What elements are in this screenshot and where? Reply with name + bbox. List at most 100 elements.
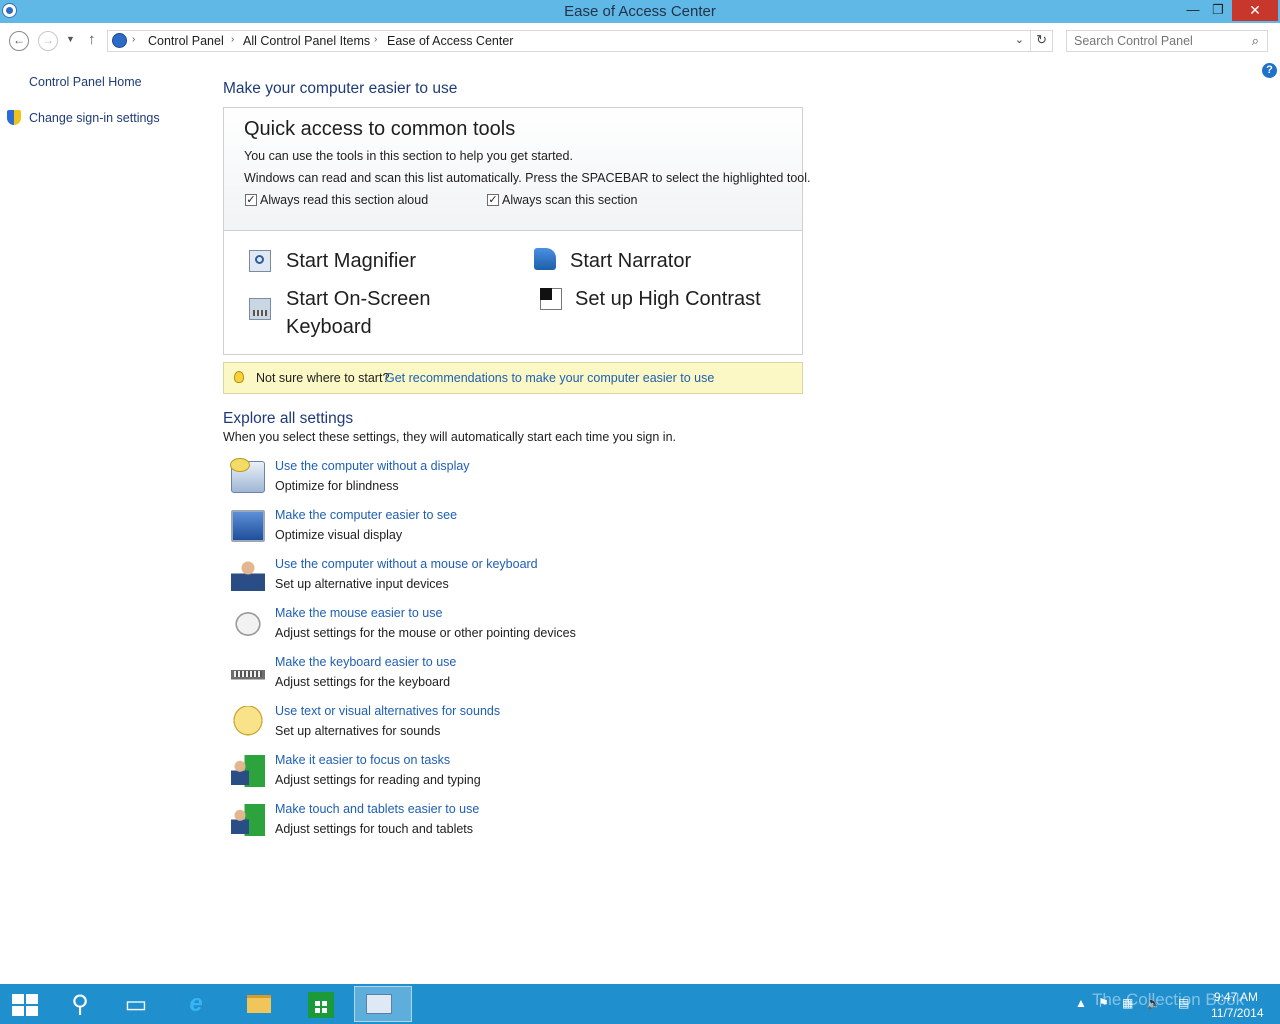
quick-access-scan-description: Windows can read and scan this list auto… (244, 171, 811, 185)
address-bar[interactable]: › Control Panel › All Control Panel Item… (107, 30, 1053, 52)
breadcrumb-separator[interactable]: › (374, 34, 377, 45)
taskbar-search-button[interactable]: ⚲ (56, 986, 104, 1022)
network-icon[interactable]: ▦ (1122, 996, 1133, 1010)
title-bar: Ease of Access Center — ❐ ✕ (0, 0, 1280, 23)
folder-icon (247, 995, 271, 1013)
read-aloud-label[interactable]: Always read this section aloud (260, 193, 428, 207)
taskbar-store[interactable] (296, 986, 344, 1022)
address-dropdown-icon[interactable]: ⌄ (1015, 33, 1024, 46)
setting-link[interactable]: Make the mouse easier to use (275, 606, 442, 620)
quick-access-panel: Quick access to common tools You can use… (223, 107, 811, 355)
store-icon (308, 992, 334, 1018)
setting-link[interactable]: Use text or visual alternatives for soun… (275, 704, 500, 718)
volume-icon[interactable]: 🔈 (1146, 996, 1161, 1010)
change-sign-in-settings-link[interactable]: Change sign-in settings (29, 111, 160, 125)
action-center-flag-icon[interactable]: ⚑ (1098, 996, 1109, 1010)
lightbulb-icon (234, 371, 244, 383)
taskbar-internet-explorer[interactable]: e (172, 986, 220, 1022)
high-contrast-icon[interactable] (540, 288, 562, 310)
quick-access-header: Quick access to common tools You can use… (224, 108, 811, 231)
setting-sound-alternatives[interactable]: Use text or visual alternatives for soun… (231, 704, 791, 750)
taskbar: ⚲ ▭ e The Collection Book ▲ ⚑ ▦ 🔈 ▤ 9:47… (0, 984, 1280, 1024)
recommendation-bar: Not sure where to start? Get recommendat… (223, 362, 803, 394)
address-divider (1030, 31, 1031, 51)
uac-shield-icon (7, 110, 21, 125)
setting-link[interactable]: Make the computer easier to see (275, 508, 457, 522)
quick-access-title: Quick access to common tools (244, 118, 516, 140)
setting-link[interactable]: Make touch and tablets easier to use (275, 802, 479, 816)
start-narrator-link[interactable]: Start Narrator (570, 247, 691, 275)
minimize-button[interactable]: — (1180, 0, 1206, 21)
setting-description: Adjust settings for reading and typing (275, 773, 481, 787)
breadcrumb-all-items[interactable]: All Control Panel Items (243, 34, 370, 48)
breadcrumb-separator[interactable]: › (132, 34, 135, 45)
person-task-icon (231, 755, 265, 787)
setting-description: Adjust settings for the mouse or other p… (275, 626, 576, 640)
get-recommendations-link[interactable]: Get recommendations to make your compute… (385, 371, 714, 385)
read-aloud-checkbox[interactable]: ✓ (245, 194, 257, 206)
set-up-high-contrast-link[interactable]: Set up High Contrast (575, 285, 761, 313)
setting-without-display[interactable]: Use the computer without a display Optim… (230, 458, 791, 505)
back-button[interactable]: ← (9, 31, 29, 51)
person-icon (231, 559, 265, 591)
recent-locations-chevron-icon[interactable]: ▼ (66, 34, 75, 44)
input-keyboard-icon[interactable]: ▤ (1178, 996, 1189, 1010)
setting-focus-on-tasks[interactable]: Make it easier to focus on tasks Adjust … (231, 753, 791, 799)
page-heading: Make your computer easier to use (223, 80, 458, 97)
taskbar-file-explorer[interactable] (234, 986, 282, 1022)
search-input[interactable] (1067, 31, 1244, 51)
show-hidden-icons-arrow-icon[interactable]: ▲ (1075, 996, 1087, 1010)
setting-description: Optimize for blindness (275, 479, 399, 493)
window-title: Ease of Access Center (564, 3, 716, 20)
not-sure-text: Not sure where to start? (256, 371, 390, 385)
scan-section-label[interactable]: Always scan this section (502, 193, 637, 207)
clock-time[interactable]: 9:47 AM (1214, 990, 1258, 1004)
search-icon[interactable]: ⌕ (1252, 33, 1259, 49)
setting-easier-to-see[interactable]: Make the computer easier to see Optimize… (231, 508, 791, 554)
explore-all-settings-heading: Explore all settings (223, 410, 354, 427)
windows-logo-icon (12, 994, 38, 1016)
setting-link[interactable]: Make it easier to focus on tasks (275, 753, 450, 767)
setting-touch-tablets[interactable]: Make touch and tablets easier to use Adj… (231, 802, 791, 848)
taskbar-control-panel[interactable] (354, 986, 412, 1022)
setting-keyboard[interactable]: Make the keyboard easier to use Adjust s… (231, 655, 791, 701)
speech-bubble-icon (231, 706, 265, 738)
magnifier-icon[interactable] (249, 250, 271, 272)
refresh-icon[interactable]: ↻ (1036, 32, 1047, 48)
setting-description: Set up alternative input devices (275, 577, 449, 591)
restore-button[interactable]: ❐ (1205, 0, 1231, 21)
setting-without-mouse-keyboard[interactable]: Use the computer without a mouse or keyb… (231, 557, 791, 603)
keyboard-icon (231, 657, 265, 689)
setting-link[interactable]: Use the computer without a display (275, 459, 470, 473)
up-level-button[interactable]: ↑ (88, 31, 96, 48)
forward-button[interactable]: → (38, 31, 58, 51)
setting-description: Adjust settings for touch and tablets (275, 822, 474, 836)
task-view-icon: ▭ (124, 991, 148, 1018)
setting-mouse[interactable]: Make the mouse easier to use Adjust sett… (231, 606, 791, 652)
start-on-screen-keyboard-link-line1[interactable]: Start On-Screen (286, 285, 431, 313)
on-screen-keyboard-icon[interactable] (249, 298, 271, 320)
search-box[interactable]: ⌕ (1066, 30, 1268, 52)
close-button[interactable]: ✕ (1232, 0, 1278, 21)
start-on-screen-keyboard-link-line2[interactable]: Keyboard (286, 313, 372, 341)
control-panel-home-link[interactable]: Control Panel Home (29, 75, 142, 89)
scan-section-checkbox[interactable]: ✓ (487, 194, 499, 206)
setting-description: Adjust settings for the keyboard (275, 675, 451, 689)
explore-all-settings-description: When you select these settings, they wil… (223, 430, 676, 444)
clock-date[interactable]: 11/7/2014 (1211, 1006, 1264, 1020)
monitor-speech-icon (230, 458, 265, 493)
help-icon[interactable]: ? (1262, 63, 1277, 78)
breadcrumb-control-panel[interactable]: Control Panel (148, 34, 224, 48)
taskbar-task-view-button[interactable]: ▭ (112, 986, 160, 1022)
setting-link[interactable]: Use the computer without a mouse or keyb… (275, 557, 538, 571)
breadcrumb-ease-of-access[interactable]: Ease of Access Center (387, 34, 513, 48)
breadcrumb-separator[interactable]: › (231, 34, 234, 45)
control-panel-icon (366, 994, 392, 1014)
start-magnifier-link[interactable]: Start Magnifier (286, 247, 416, 275)
start-button[interactable] (0, 986, 48, 1022)
internet-explorer-icon: e (189, 990, 203, 1017)
narrator-icon[interactable] (534, 248, 556, 270)
setting-description: Set up alternatives for sounds (275, 724, 441, 738)
monitor-icon (231, 510, 265, 542)
setting-link[interactable]: Make the keyboard easier to use (275, 655, 456, 669)
